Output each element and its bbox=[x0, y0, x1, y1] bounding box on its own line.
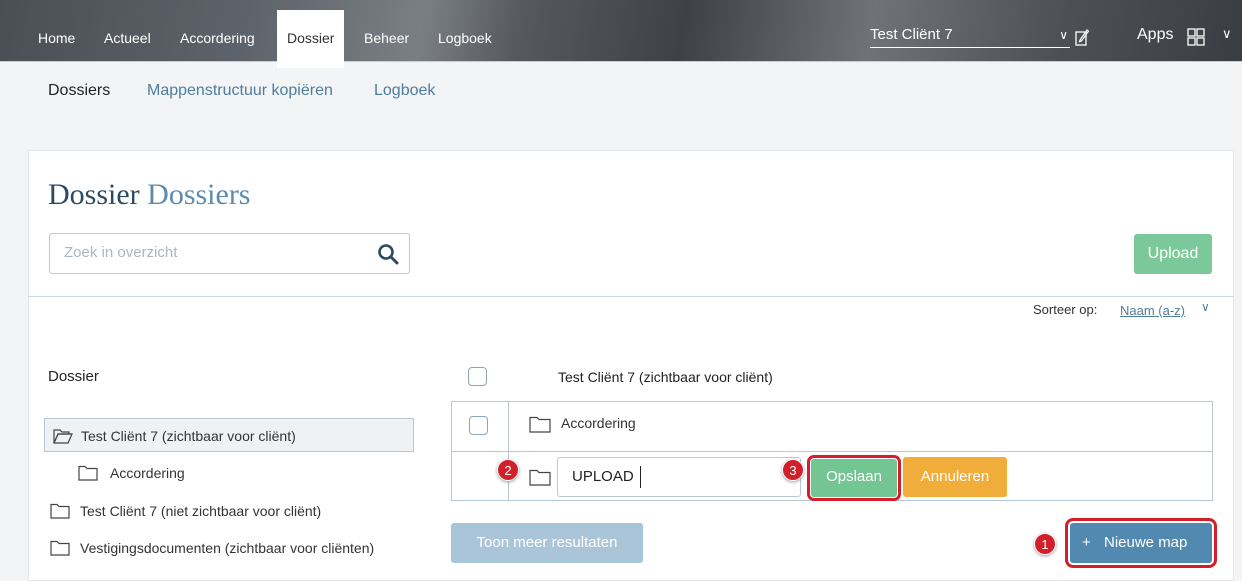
search-icon[interactable] bbox=[377, 243, 399, 265]
top-navigation-bar: Home Actueel Accordering Dossier Beheer … bbox=[0, 0, 1242, 68]
folder-icon bbox=[529, 469, 551, 486]
apps-chevron-down-icon[interactable]: ∨ bbox=[1222, 26, 1232, 42]
folder-open-icon bbox=[53, 429, 73, 444]
apps-grid-icon[interactable] bbox=[1187, 28, 1205, 46]
new-folder-button-label: Nieuwe map bbox=[1104, 534, 1188, 551]
nav-dossier[interactable]: Dossier bbox=[277, 10, 345, 68]
tree-item-test-client-niet-zichtbaar[interactable]: Test Cliënt 7 (niet zichtbaar voor cliën… bbox=[44, 494, 414, 528]
client-select-value: Test Cliënt 7 bbox=[870, 26, 953, 43]
annotation-badge-1: 1 bbox=[1034, 533, 1056, 555]
search-input[interactable] bbox=[64, 244, 364, 261]
nav-home[interactable]: Home bbox=[28, 0, 85, 62]
show-more-results-button[interactable]: Toon meer resultaten bbox=[451, 523, 643, 563]
upload-button[interactable]: Upload bbox=[1134, 234, 1212, 274]
subnav-logboek[interactable]: Logboek bbox=[374, 82, 435, 100]
edit-icon[interactable] bbox=[1075, 28, 1089, 46]
annotation-badge-3: 3 bbox=[782, 459, 804, 481]
tree-item-test-client-zichtbaar[interactable]: Test Cliënt 7 (zichtbaar voor cliënt) bbox=[44, 418, 414, 452]
search-box bbox=[49, 233, 410, 274]
tree-item-label: Vestigingsdocumenten (zichtbaar voor cli… bbox=[80, 540, 375, 556]
nav-beheer[interactable]: Beheer bbox=[354, 0, 419, 62]
column-divider bbox=[508, 402, 509, 500]
folder-icon bbox=[50, 503, 70, 519]
nav-actueel[interactable]: Actueel bbox=[94, 0, 161, 62]
sort-label: Sorteer op: bbox=[1033, 302, 1098, 317]
nav-accordering[interactable]: Accordering bbox=[170, 0, 265, 62]
subnav-mappenstructuur-kopieren[interactable]: Mappenstructuur kopiëren bbox=[147, 82, 333, 100]
tree-item-vestigingsdocumenten[interactable]: Vestigingsdocumenten (zichtbaar voor cli… bbox=[44, 531, 414, 565]
folder-icon bbox=[529, 416, 551, 433]
folder-icon bbox=[50, 540, 70, 556]
subnav-dossiers[interactable]: Dossiers bbox=[48, 82, 110, 100]
apps-label[interactable]: Apps bbox=[1137, 26, 1173, 44]
row-divider bbox=[452, 451, 1212, 452]
save-button[interactable]: Opslaan bbox=[807, 455, 901, 501]
text-cursor bbox=[640, 466, 641, 488]
folder-icon bbox=[78, 465, 98, 481]
new-folder-name-input[interactable] bbox=[572, 468, 792, 485]
new-folder-button[interactable]: + Nieuwe map bbox=[1065, 518, 1217, 568]
client-select[interactable]: Test Cliënt 7 ∨ bbox=[870, 26, 1070, 48]
table-row-label[interactable]: Accordering bbox=[561, 415, 636, 431]
chevron-down-icon: ∨ bbox=[1059, 28, 1068, 42]
cancel-button[interactable]: Annuleren bbox=[903, 457, 1007, 497]
folder-header-title: Test Cliënt 7 (zichtbaar voor cliënt) bbox=[558, 369, 773, 385]
divider bbox=[28, 296, 1234, 297]
sort-select[interactable]: Naam (a-z) bbox=[1120, 303, 1185, 318]
select-all-checkbox[interactable] bbox=[468, 367, 487, 386]
page-title-page: Dossiers bbox=[147, 178, 251, 211]
tree-item-accordering[interactable]: Accordering bbox=[44, 456, 414, 490]
sort-chevron-down-icon[interactable]: ∨ bbox=[1201, 300, 1210, 314]
plus-icon: + bbox=[1082, 534, 1091, 551]
tree-item-label: Accordering bbox=[110, 465, 185, 481]
nav-logboek[interactable]: Logboek bbox=[428, 0, 502, 62]
row-checkbox[interactable] bbox=[469, 416, 488, 435]
tree-item-label: Test Cliënt 7 (niet zichtbaar voor cliën… bbox=[80, 503, 322, 519]
tree-item-label: Test Cliënt 7 (zichtbaar voor cliënt) bbox=[81, 428, 296, 444]
new-folder-name-field bbox=[557, 457, 801, 497]
annotation-badge-2: 2 bbox=[497, 459, 519, 481]
page-title-section: Dossier bbox=[48, 178, 140, 211]
page-title: Dossier Dossiers bbox=[48, 178, 251, 212]
sub-navigation bbox=[0, 62, 1242, 150]
tree-title: Dossier bbox=[48, 368, 99, 385]
